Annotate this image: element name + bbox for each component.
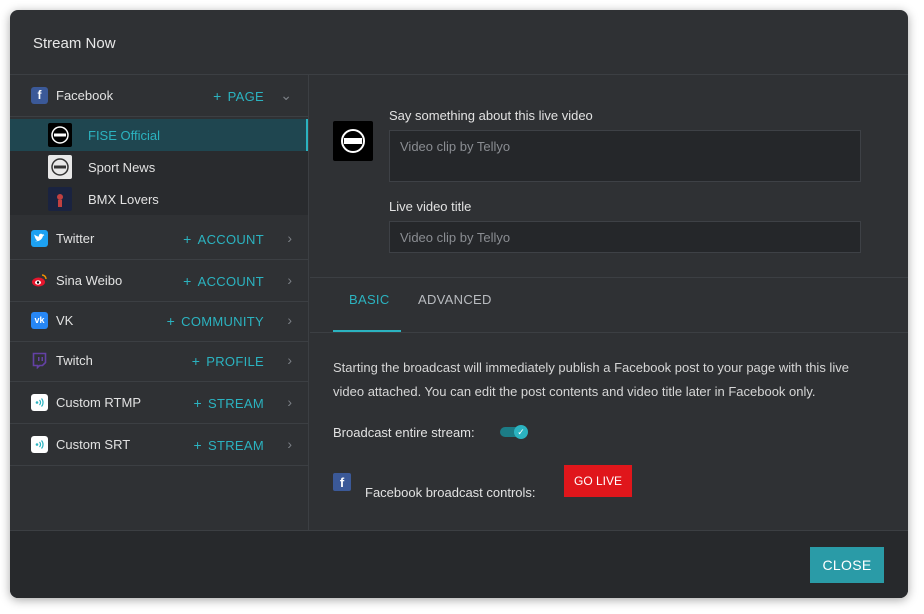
broadcast-icon xyxy=(31,394,48,411)
add-community-button[interactable]: + COMMUNITY xyxy=(167,313,264,329)
service-twitch[interactable]: Twitch + PROFILE › xyxy=(10,340,308,382)
service-name: VK xyxy=(56,313,74,328)
chevron-right-icon[interactable]: › xyxy=(287,312,292,328)
page-item-sport-news[interactable]: Sport News xyxy=(10,151,308,183)
services-sidebar: f Facebook + PAGE ⌄ FISE Official Sport N… xyxy=(10,75,309,530)
add-account-button[interactable]: + ACCOUNT xyxy=(183,231,264,247)
chevron-right-icon[interactable]: › xyxy=(287,352,292,368)
service-vk[interactable]: vk VK + COMMUNITY › xyxy=(10,300,308,342)
facebook-icon: f xyxy=(333,473,351,491)
add-stream-button[interactable]: + STREAM xyxy=(194,437,264,453)
close-button[interactable]: CLOSE xyxy=(810,547,884,583)
service-name: Sina Weibo xyxy=(56,273,123,288)
dialog-header: Stream Now xyxy=(10,10,908,75)
dialog-footer: CLOSE xyxy=(10,530,908,598)
chevron-right-icon[interactable]: › xyxy=(287,436,292,452)
section-divider xyxy=(310,277,908,278)
page-avatar xyxy=(48,155,72,179)
service-facebook[interactable]: f Facebook + PAGE ⌄ xyxy=(10,75,308,117)
chevron-right-icon[interactable]: › xyxy=(287,272,292,288)
page-avatar xyxy=(48,187,72,211)
service-custom-srt[interactable]: Custom SRT + STREAM › xyxy=(10,424,308,466)
twitch-icon xyxy=(31,352,48,370)
page-avatar xyxy=(48,123,72,147)
service-name: Custom SRT xyxy=(56,437,131,452)
video-title-label: Live video title xyxy=(389,199,472,214)
chevron-down-icon[interactable]: ⌄ xyxy=(280,87,292,104)
chevron-right-icon[interactable]: › xyxy=(287,230,292,246)
page-name: Sport News xyxy=(88,160,156,175)
go-live-button[interactable]: GO LIVE xyxy=(564,465,632,497)
broadcast-icon xyxy=(31,436,48,453)
service-twitter[interactable]: Twitter + ACCOUNT › xyxy=(10,218,308,260)
description-input[interactable]: Video clip by Tellyo xyxy=(389,130,861,182)
broadcast-controls-label: Facebook broadcast controls: xyxy=(365,485,536,500)
service-name: Facebook xyxy=(56,88,114,103)
main-panel: Say something about this live video Vide… xyxy=(310,75,908,530)
page-item-bmx-lovers[interactable]: BMX Lovers xyxy=(10,183,308,215)
broadcast-entire-toggle[interactable]: ✓ xyxy=(500,425,530,439)
add-account-button[interactable]: + ACCOUNT xyxy=(183,273,264,289)
page-name: BMX Lovers xyxy=(88,192,159,207)
service-name: Custom RTMP xyxy=(56,395,141,410)
description-label: Say something about this live video xyxy=(389,108,593,123)
facebook-icon: f xyxy=(31,87,48,104)
broadcast-info-text: Starting the broadcast will immediately … xyxy=(333,360,849,399)
service-name: Twitch xyxy=(56,353,93,368)
service-name: Twitter xyxy=(56,231,95,246)
stream-now-dialog: Stream Now f Facebook + PAGE ⌄ FISE Offic… xyxy=(10,10,908,598)
add-page-button[interactable]: + PAGE xyxy=(213,88,264,104)
add-stream-button[interactable]: + STREAM xyxy=(194,395,264,411)
service-sina-weibo[interactable]: Sina Weibo + ACCOUNT › xyxy=(10,260,308,302)
dialog-title: Stream Now xyxy=(33,35,116,52)
check-icon: ✓ xyxy=(514,425,528,439)
twitter-icon xyxy=(31,230,48,247)
video-preview-thumbnail xyxy=(333,121,373,161)
weibo-icon xyxy=(31,272,48,289)
service-custom-rtmp[interactable]: Custom RTMP + STREAM › xyxy=(10,382,308,424)
broadcast-entire-label: Broadcast entire stream: xyxy=(333,425,475,440)
chevron-right-icon[interactable]: › xyxy=(287,394,292,410)
video-title-input[interactable]: Video clip by Tellyo xyxy=(389,221,861,253)
vk-icon: vk xyxy=(31,312,48,329)
add-profile-button[interactable]: + PROFILE xyxy=(192,353,264,369)
page-item-fise-official[interactable]: FISE Official xyxy=(10,119,308,151)
tab-basic[interactable]: BASIC xyxy=(349,292,390,307)
tabs-divider xyxy=(310,332,908,333)
page-name: FISE Official xyxy=(88,128,161,143)
tab-advanced[interactable]: ADVANCED xyxy=(418,292,492,307)
